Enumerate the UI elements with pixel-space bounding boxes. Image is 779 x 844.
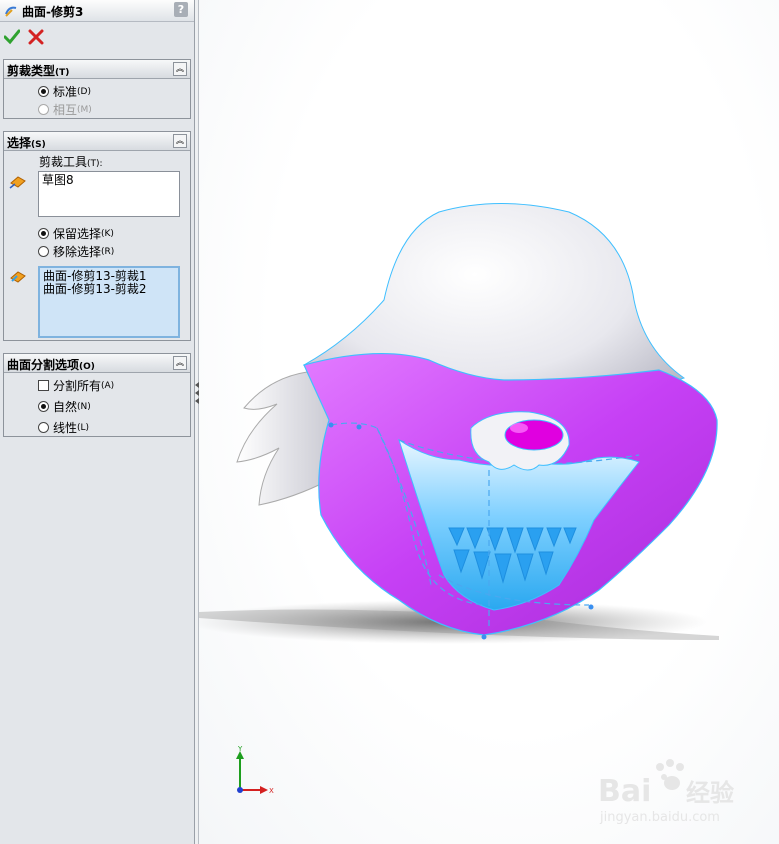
checkbox-indicator (38, 380, 49, 391)
feature-title-bar: 曲面-修剪3 ? (0, 0, 194, 22)
help-button[interactable]: ? (174, 2, 188, 17)
paw-logo (656, 759, 684, 790)
radio-indicator (38, 246, 49, 257)
radio-linear[interactable]: 线性 (L) (38, 419, 89, 436)
ok-check-icon[interactable] (4, 28, 20, 46)
radio-indicator (38, 86, 49, 97)
trim-type-header[interactable]: 剪裁类型(T) ︽ (4, 60, 190, 79)
property-manager-panel: 曲面-修剪3 ? 剪裁类型(T) ︽ 标准 (D) 相互 (M) 选择(S) ︽ 剪… (0, 0, 195, 844)
list-item[interactable]: 曲面-修剪13-剪裁2 (43, 283, 175, 296)
radio-indicator (38, 104, 49, 115)
trim-tool-selection-icon (9, 176, 26, 189)
nose-highlight (510, 423, 528, 433)
model-canvas[interactable] (199, 0, 779, 844)
collapse-chevron-icon[interactable]: ︽ (173, 62, 187, 76)
selection-group: 选择(S) ︽ 剪裁工具(T): 草图8 保留选择 (K) 移除选择 (R) 曲面-… (3, 131, 191, 341)
pieces-selection-icon (10, 271, 26, 283)
watermark-brand: Bai (598, 774, 651, 809)
trim-tool-input[interactable]: 草图8 (38, 171, 180, 217)
radio-mutual: 相互 (M) (38, 101, 92, 118)
triad-y-label: Y (237, 745, 243, 753)
radio-keep-selection[interactable]: 保留选择 (K) (38, 225, 114, 242)
collapse-chevron-icon[interactable]: ︽ (173, 134, 187, 148)
radio-natural[interactable]: 自然 (N) (38, 398, 91, 415)
radio-standard[interactable]: 标准 (D) (38, 83, 91, 100)
watermark-brand-cn: 经验 (686, 779, 734, 807)
radio-indicator (38, 422, 49, 433)
selection-header[interactable]: 选择(S) ︽ (4, 132, 190, 151)
radio-remove-selection[interactable]: 移除选择 (R) (38, 243, 114, 260)
pieces-to-keep-list[interactable]: 曲面-修剪13-剪裁1 曲面-修剪13-剪裁2 (38, 266, 180, 338)
selection-title: 选择 (7, 136, 32, 150)
trim-type-group: 剪裁类型(T) ︽ 标准 (D) 相互 (M) (3, 59, 191, 119)
graphics-viewport[interactable] (199, 0, 779, 844)
watermark-url: jingyan.baidu.com (599, 810, 720, 825)
split-options-title: 曲面分割选项 (7, 358, 80, 372)
triad-x-label: X (269, 787, 274, 795)
split-options-header[interactable]: 曲面分割选项(O) ︽ (4, 354, 190, 373)
radio-indicator (38, 228, 49, 239)
baidu-watermark: Bai 经验 jingyan.baidu.com (598, 759, 734, 825)
trim-type-title: 剪裁类型 (7, 64, 56, 78)
radio-indicator (38, 401, 49, 412)
collapse-chevron-icon[interactable]: ︽ (173, 356, 187, 370)
feature-title: 曲面-修剪3 (22, 5, 84, 19)
cancel-x-icon[interactable] (28, 28, 44, 46)
coordinate-triad: Y X (236, 745, 274, 795)
split-all-checkbox[interactable]: 分割所有 (A) (38, 377, 114, 394)
surface-trim-icon (5, 6, 17, 17)
trim-tool-label: 剪裁工具(T): (39, 155, 103, 169)
surface-split-options-group: 曲面分割选项(O) ︽ 分割所有 (A) 自然 (N) 线性 (L) (3, 353, 191, 437)
